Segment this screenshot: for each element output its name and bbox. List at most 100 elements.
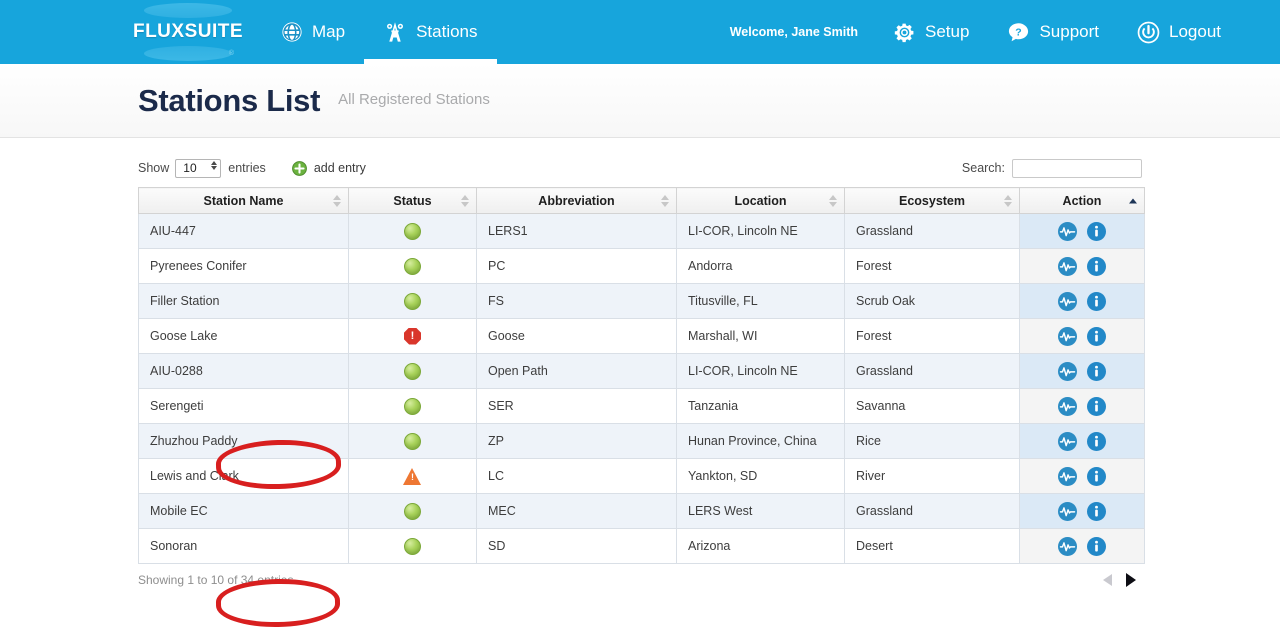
pulse-chart-icon[interactable] (1058, 396, 1077, 416)
previous-page-button[interactable] (1103, 574, 1112, 586)
table-toolbar: Show 10 entries add entry Search: (138, 154, 1142, 182)
cell-status (348, 353, 477, 389)
column-header-abbreviation[interactable]: Abbreviation (476, 187, 677, 214)
pulse-chart-icon[interactable] (1058, 431, 1077, 451)
tower-icon (383, 21, 407, 43)
cell-ecosystem: Scrub Oak (844, 283, 1020, 319)
cell-action (1019, 248, 1145, 284)
pulse-chart-icon[interactable] (1058, 361, 1077, 381)
column-header-location[interactable]: Location (676, 187, 845, 214)
cell-station-name: Mobile EC (138, 493, 349, 529)
column-header-ecosystem[interactable]: Ecosystem (844, 187, 1020, 214)
info-icon[interactable] (1087, 256, 1106, 276)
search-label: Search: (961, 161, 1005, 175)
info-icon[interactable] (1087, 536, 1106, 556)
info-icon[interactable] (1087, 361, 1106, 381)
table-row[interactable]: AIU-0288 Open Path LI-COR, Lincoln NE Grass… (138, 353, 1145, 389)
cell-status (348, 283, 477, 319)
add-entry-button[interactable]: add entry (291, 160, 366, 176)
table-row[interactable]: Mobile EC MEC LERS West Grassland (138, 493, 1145, 529)
info-icon[interactable] (1087, 466, 1106, 486)
pulse-chart-icon[interactable] (1058, 501, 1077, 521)
cell-status: ! (348, 458, 477, 494)
cell-station-name: Sonoran (138, 528, 349, 564)
info-icon[interactable] (1087, 431, 1106, 451)
cell-ecosystem: River (844, 458, 1020, 494)
cell-ecosystem: Grassland (844, 213, 1020, 249)
status-ok-icon (404, 432, 421, 450)
column-header-station-name[interactable]: Station Name (138, 187, 349, 214)
nav-item-setup-label: Setup (925, 22, 970, 41)
status-ok-icon (404, 397, 421, 415)
column-label: Abbreviation (538, 193, 615, 208)
svg-text:?: ? (1016, 26, 1022, 38)
table-row[interactable]: Zhuzhou Paddy ZP Hunan Province, China Rice (138, 423, 1145, 459)
pulse-chart-icon[interactable] (1058, 536, 1077, 556)
info-icon[interactable] (1087, 326, 1106, 346)
cell-action (1019, 353, 1145, 389)
info-icon[interactable] (1087, 221, 1106, 241)
entries-per-page-select[interactable]: 10 (175, 158, 222, 178)
cell-abbreviation: SER (476, 388, 677, 424)
welcome-message: Welcome, Jane Smith (729, 25, 859, 39)
column-header-status[interactable]: Status (348, 187, 477, 214)
pulse-chart-icon[interactable] (1058, 466, 1077, 486)
column-label: Location (734, 193, 787, 208)
pulse-chart-icon[interactable] (1058, 291, 1077, 311)
table-row[interactable]: Sonoran SD Arizona Desert (138, 528, 1145, 564)
fluxsuite-logo[interactable]: FLUXSUITE ® (133, 3, 243, 61)
pulse-chart-icon[interactable] (1058, 256, 1077, 276)
cell-station-name: Filler Station (138, 283, 349, 319)
sort-arrows-icon (333, 194, 341, 207)
table-header-row: Station Name Status Abbreviation Locatio… (138, 187, 1145, 214)
status-ok-icon (404, 362, 421, 380)
status-ok-icon (404, 257, 421, 275)
globe-icon (281, 21, 303, 43)
cell-location: Titusville, FL (676, 283, 845, 319)
next-page-button[interactable] (1126, 573, 1136, 587)
status-warning-icon: ! (403, 467, 422, 485)
cell-station-name: AIU-0288 (138, 353, 349, 389)
table-row[interactable]: Serengeti SER Tanzania Savanna (138, 388, 1145, 424)
pulse-chart-icon[interactable] (1058, 326, 1077, 346)
status-ok-icon (404, 502, 421, 520)
nav-item-logout[interactable]: Logout (1118, 0, 1240, 64)
page-subtitle: All Registered Stations (338, 91, 490, 108)
nav-item-setup[interactable]: Setup (874, 0, 988, 64)
cell-action (1019, 213, 1145, 249)
column-header-action[interactable]: Action (1019, 187, 1145, 214)
cell-abbreviation: FS (476, 283, 677, 319)
status-ok-icon (404, 292, 421, 310)
cell-action (1019, 458, 1145, 494)
nav-item-support[interactable]: ? Support (988, 0, 1118, 64)
logo-text: FLUXSUITE (132, 21, 244, 42)
cell-ecosystem: Rice (844, 423, 1020, 459)
cell-action (1019, 493, 1145, 529)
info-icon[interactable] (1087, 291, 1106, 311)
nav-item-map[interactable]: Map (262, 0, 364, 64)
pulse-chart-icon[interactable] (1058, 221, 1077, 241)
stations-table: Station Name Status Abbreviation Locatio… (138, 187, 1145, 564)
entries-word-label: entries (228, 161, 266, 175)
table-row[interactable]: AIU-447 LERS1 LI-COR, Lincoln NE Grassland (138, 213, 1145, 249)
stepper-arrows-icon (211, 160, 218, 170)
sort-ascending-icon (1129, 198, 1137, 203)
cell-ecosystem: Grassland (844, 353, 1020, 389)
search-input[interactable] (1012, 158, 1142, 178)
primary-nav: Map Stations (262, 0, 497, 64)
info-icon[interactable] (1087, 501, 1106, 521)
cell-location: Yankton, SD (676, 458, 845, 494)
info-icon[interactable] (1087, 396, 1106, 416)
power-icon (1137, 21, 1160, 44)
table-row[interactable]: Lewis and Clark! LC Yankton, SD River (138, 458, 1145, 494)
table-footer: Showing 1 to 10 of 34 entries (138, 573, 1142, 587)
table-row[interactable]: Pyrenees Conifer PC Andorra Forest (138, 248, 1145, 284)
cell-action (1019, 283, 1145, 319)
table-row[interactable]: Goose Lake! Goose Marshall, WI Forest (138, 318, 1145, 354)
cell-station-name: Serengeti (138, 388, 349, 424)
nav-item-stations[interactable]: Stations (364, 0, 497, 64)
cell-station-name: Goose Lake (138, 318, 349, 354)
cell-ecosystem: Forest (844, 318, 1020, 354)
table-row[interactable]: Filler Station FS Titusville, FL Scrub Oak (138, 283, 1145, 319)
cell-status (348, 528, 477, 564)
